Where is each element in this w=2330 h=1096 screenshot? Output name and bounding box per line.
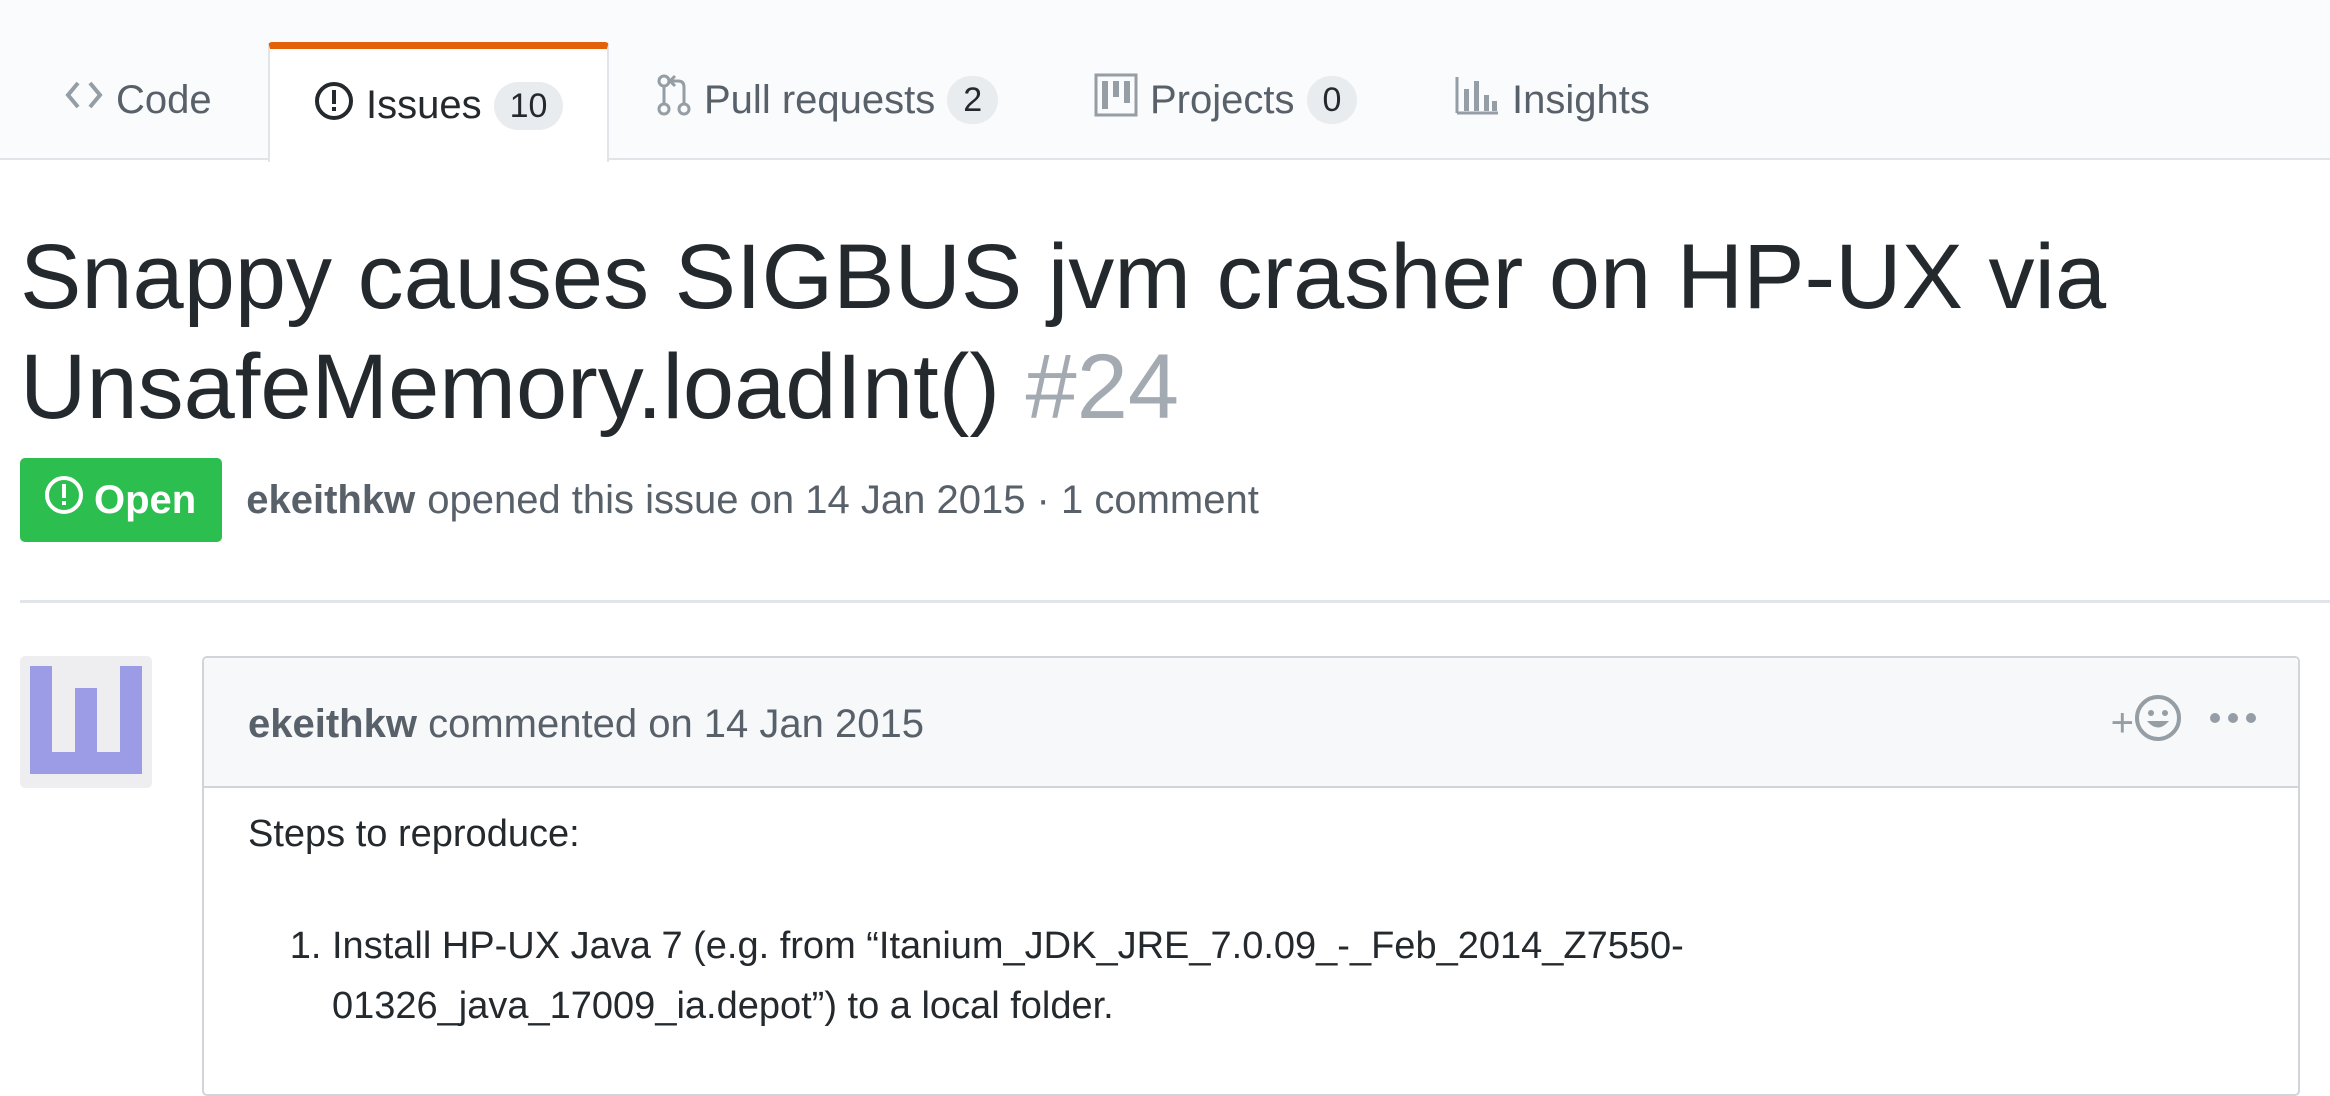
tab-label: Code	[116, 77, 212, 122]
more-options-icon[interactable]	[2210, 698, 2256, 738]
issue-meta: Open ekeithkw opened this issue on 14 Ja…	[20, 458, 1259, 542]
code-icon	[64, 77, 104, 123]
issue-opened-text: opened this issue on 14 Jan 2015 · 1 com…	[427, 477, 1259, 522]
issues-count-badge: 10	[493, 81, 564, 130]
comment-timestamp[interactable]: commented on 14 Jan 2015	[428, 702, 924, 746]
pull-requests-count-badge: 2	[947, 76, 999, 124]
tab-label: Pull requests	[704, 77, 936, 122]
plus-label: +	[2110, 700, 2134, 745]
projects-count-badge: 0	[1306, 76, 1358, 124]
graph-icon	[1454, 75, 1500, 125]
list-item: Install HP-UX Java 7 (e.g. from “Itanium…	[332, 916, 2082, 1036]
steps-list: Install HP-UX Java 7 (e.g. from “Itanium…	[288, 916, 2082, 1036]
tab-insights[interactable]: Insights	[1454, 42, 1650, 158]
add-reaction-button[interactable]: +	[2111, 694, 2182, 752]
tab-label: Issues	[366, 83, 482, 127]
project-icon	[1094, 73, 1138, 127]
tab-issues[interactable]: Issues 10	[268, 42, 610, 162]
identicon-image	[30, 666, 142, 774]
tab-projects[interactable]: Projects 0	[1094, 42, 1358, 158]
repo-nav: Code Issues 10 Pull requests 2 Projects …	[0, 0, 2330, 162]
tab-code[interactable]: Code	[64, 42, 212, 158]
issue-number: #24	[1025, 336, 1180, 438]
avatar[interactable]	[20, 656, 152, 788]
tab-label: Insights	[1512, 77, 1650, 122]
comment-author-link[interactable]: ekeithkw	[248, 702, 417, 746]
smiley-icon	[2134, 694, 2182, 752]
status-label: Open	[94, 477, 197, 522]
tab-label: Projects	[1150, 77, 1295, 122]
comment-byline: ekeithkw commented on 14 Jan 2015	[248, 702, 924, 747]
issue-opened-icon	[44, 475, 84, 525]
issue-opened-icon	[314, 81, 354, 131]
tab-pull-requests[interactable]: Pull requests 2	[656, 42, 999, 158]
comment-intro: Steps to reproduce:	[248, 813, 580, 855]
issue-title: Snappy causes SIGBUS jvm crasher on HP-U…	[20, 222, 2220, 442]
comment-header: ekeithkw commented on 14 Jan 2015 +	[204, 658, 2298, 788]
comment-box: ekeithkw commented on 14 Jan 2015 + Step…	[202, 656, 2300, 1096]
issue-author-link[interactable]: ekeithkw	[246, 478, 415, 523]
divider	[20, 600, 2330, 603]
status-badge: Open	[20, 458, 223, 542]
git-pull-request-icon	[656, 73, 692, 127]
